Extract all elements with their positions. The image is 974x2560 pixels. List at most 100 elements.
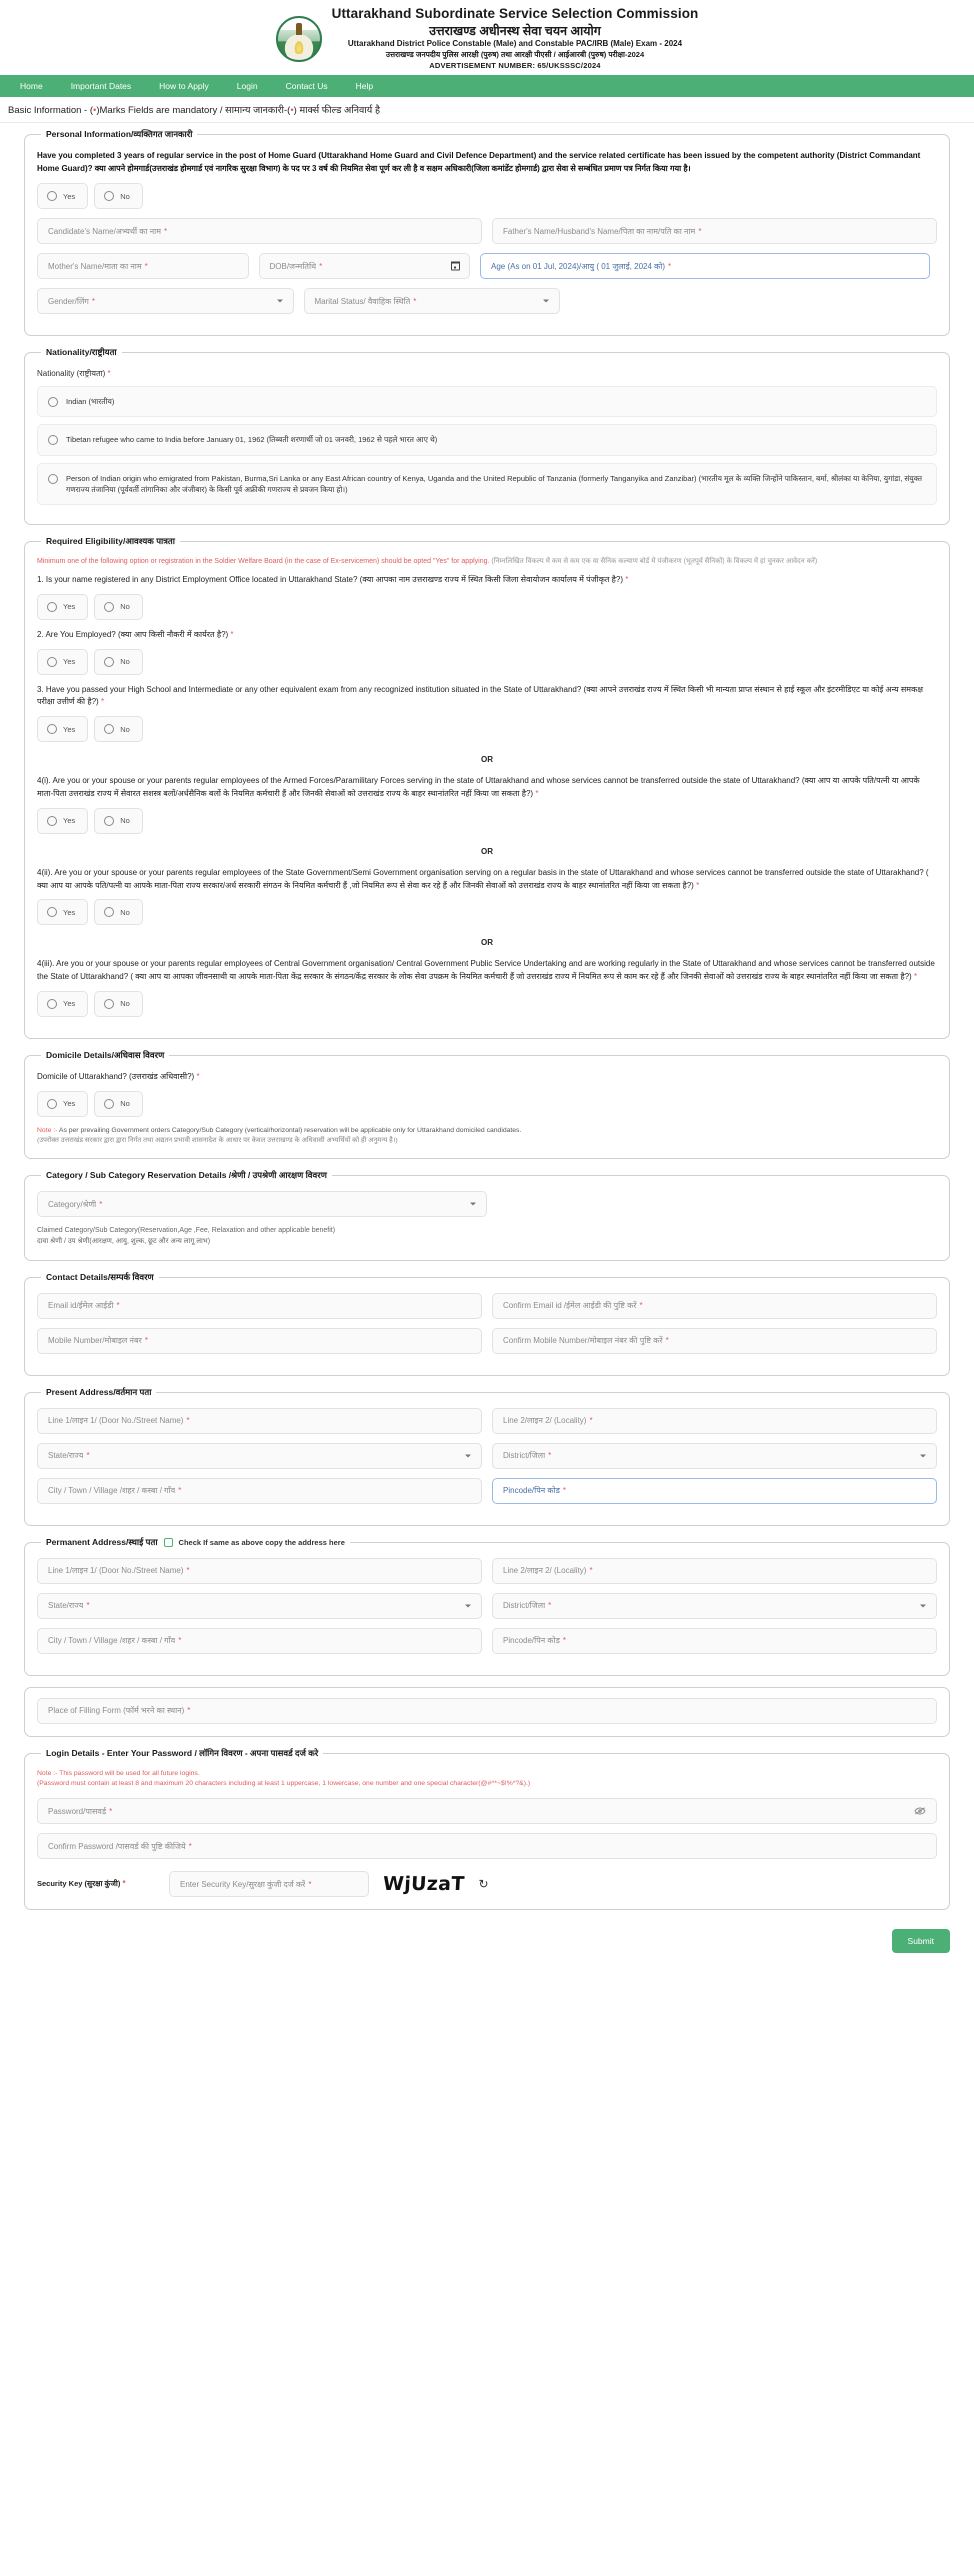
confirm-password-input[interactable]: Confirm Password /पासवर्ड की पुष्टि कीजि… (37, 1833, 937, 1860)
required-asterisk: * (668, 261, 672, 271)
radio-circle-icon (47, 1098, 57, 1109)
eligibility-2-no-option[interactable]: No (94, 648, 143, 675)
confirm-email-input[interactable]: Confirm Email id /ईमेल आईडी की पुष्टि कर… (492, 1292, 937, 1319)
eligibility-4i-no-option[interactable]: No (94, 807, 143, 834)
eligibility-1-radio-group: Yes No (37, 593, 937, 620)
same-as-above-checkbox-wrap[interactable]: Check If same as above copy the address … (163, 1537, 345, 1547)
age-input[interactable]: Age (As on 01 Jul, 2024)/आयु ( 01 जुलाई,… (480, 253, 930, 280)
password-placeholder: Password/पासवर्ड (48, 1806, 107, 1816)
nationality-option-indian[interactable]: Indian (भारतीय) (37, 386, 937, 418)
required-asterisk: * (120, 1879, 126, 1889)
permanent-state-placeholder: State/राज्य (48, 1601, 84, 1611)
domicile-no-option[interactable]: No (94, 1090, 143, 1117)
calendar-icon[interactable] (450, 261, 461, 271)
nationality-option-tibetan-refugee[interactable]: Tibetan refugee who came to India before… (37, 424, 937, 456)
required-asterisk: * (533, 788, 539, 798)
domicile-note-text: As per prevailing Government orders Cate… (58, 1126, 522, 1134)
present-state-district-row: State/राज्य * District/जिला * (37, 1442, 937, 1469)
eligibility-question-2: 2. Are You Employed? (क्या आप किसी नौकरी… (37, 629, 937, 642)
nav-item-login[interactable]: Login (223, 78, 272, 95)
eligibility-4i-yes-option[interactable]: Yes (37, 807, 89, 834)
candidate-name-placeholder: Candidate's Name/अभ्यर्थी का नाम (48, 226, 162, 236)
confirm-mobile-input[interactable]: Confirm Mobile Number/मोबाइल नंबर की पुष… (492, 1327, 937, 1354)
domicile-note-label: Note :- (37, 1126, 58, 1134)
permanent-line1-placeholder: Line 1/लाइन 1/ (Door No./Street Name) (48, 1566, 184, 1576)
nav-item-contact-us[interactable]: Contact Us (272, 78, 342, 95)
present-pincode-input[interactable]: Pincode/पिन कोड * (492, 1477, 937, 1504)
eligibility-3-yes-option[interactable]: Yes (37, 716, 89, 743)
present-state-select[interactable]: State/राज्य * (37, 1442, 482, 1469)
place-of-filling-input[interactable]: Place of Filling Form (फॉर्म भरने का स्थ… (37, 1697, 937, 1724)
mother-name-input[interactable]: Mother's Name/माता का नाम * (37, 253, 249, 280)
gender-select[interactable]: Gender/लिंग * (37, 288, 294, 315)
eye-off-icon[interactable] (914, 1807, 926, 1815)
radio-circle-icon (47, 815, 57, 826)
nationality-label-text: Nationality (राष्ट्रीयता) (37, 369, 106, 379)
radio-label-no: No (120, 816, 130, 826)
present-address-line2-input[interactable]: Line 2/लाइन 2/ (Locality) * (492, 1407, 937, 1434)
home-guard-no-option[interactable]: No (94, 183, 143, 210)
eligibility-4iii-no-option[interactable]: No (94, 990, 143, 1017)
eligibility-2-yes-option[interactable]: Yes (37, 648, 89, 675)
eligibility-4iii-yes-option[interactable]: Yes (37, 990, 89, 1017)
security-key-input[interactable]: Enter Security Key/सुरक्षा कुंजी दर्ज कर… (169, 1871, 369, 1898)
mother-name-placeholder: Mother's Name/माता का नाम (48, 261, 142, 271)
submit-button[interactable]: Submit (891, 1929, 950, 1954)
security-key-label: Security Key (सुरक्षा कुंजी) * (37, 1879, 155, 1889)
marital-status-placeholder: Marital Status/ वैवाहिक स्थिति (314, 296, 411, 306)
present-address-line1-input[interactable]: Line 1/लाइन 1/ (Door No./Street Name) * (37, 1407, 482, 1434)
required-asterisk: * (693, 880, 700, 890)
nav-item-important-dates[interactable]: Important Dates (57, 78, 145, 95)
section-contact-details: Contact Details/सम्पर्क विवरण Email id/ई… (24, 1271, 950, 1376)
required-asterisk: * (99, 1199, 103, 1209)
password-note-text: This password will be used for all futur… (59, 1769, 200, 1777)
permanent-city-placeholder: City / Town / Village /शहर / कस्बा / गाँ… (48, 1636, 176, 1646)
dob-input[interactable]: DOB/जन्मतिथि * (258, 253, 470, 280)
password-input[interactable]: Password/पासवर्ड * (37, 1798, 937, 1825)
eligibility-question-4ii-text: 4(ii). Are you or your spouse or your pa… (37, 867, 929, 890)
eligibility-1-no-option[interactable]: No (94, 593, 143, 620)
nav-item-help[interactable]: Help (342, 78, 387, 95)
password-note: Note :- This password will be used for a… (37, 1769, 937, 1789)
marital-status-select[interactable]: Marital Status/ वैवाहिक स्थिति * (303, 288, 560, 315)
email-input[interactable]: Email id/ईमेल आईडी * (37, 1292, 482, 1319)
required-asterisk: * (178, 1486, 182, 1496)
domicile-yes-option[interactable]: Yes (37, 1090, 89, 1117)
present-city-input[interactable]: City / Town / Village /शहर / कस्बा / गाँ… (37, 1477, 482, 1504)
security-key-row: Security Key (सुरक्षा कुंजी) * Enter Sec… (37, 1871, 937, 1898)
present-address-line-row: Line 1/लाइन 1/ (Door No./Street Name) * L… (37, 1407, 937, 1434)
permanent-city-input[interactable]: City / Town / Village /शहर / कस्बा / गाँ… (37, 1627, 482, 1654)
radio-label-yes: Yes (63, 602, 76, 612)
eligibility-1-yes-option[interactable]: Yes (37, 593, 89, 620)
home-guard-yes-option[interactable]: Yes (37, 183, 89, 210)
permanent-pincode-input[interactable]: Pincode/पिन कोड * (492, 1627, 937, 1654)
eligibility-question-1-text: 1. Is your name registered in any Distri… (37, 574, 623, 584)
mobile-input[interactable]: Mobile Number/मोबाइल नंबर * (37, 1327, 482, 1354)
nav-item-home[interactable]: Home (6, 78, 57, 95)
father-name-input[interactable]: Father's Name/Husband's Name/पिता का नाम… (492, 218, 937, 245)
chevron-down-icon (465, 1604, 471, 1608)
required-asterisk: * (589, 1416, 593, 1426)
radio-label-yes: Yes (63, 1099, 76, 1109)
permanent-address-line1-input[interactable]: Line 1/लाइन 1/ (Door No./Street Name) * (37, 1557, 482, 1584)
permanent-address-line2-input[interactable]: Line 2/लाइन 2/ (Locality) * (492, 1557, 937, 1584)
eligibility-4ii-yes-option[interactable]: Yes (37, 899, 89, 926)
eligibility-4ii-no-option[interactable]: No (94, 899, 143, 926)
present-district-select[interactable]: District/जिला * (492, 1442, 937, 1469)
candidate-name-input[interactable]: Candidate's Name/अभ्यर्थी का नाम * (37, 218, 482, 245)
refresh-captcha-icon[interactable]: ↻ (479, 1877, 489, 1891)
eligibility-3-no-option[interactable]: No (94, 716, 143, 743)
radio-circle-icon (48, 473, 58, 484)
nationality-option-indian-origin-emigrant[interactable]: Person of Indian origin who emigrated fr… (37, 462, 937, 506)
category-select[interactable]: Category/श्रेणी * (37, 1191, 487, 1218)
eligibility-4ii-radio-group: Yes No (37, 899, 937, 926)
category-helper-en: Claimed Category/Sub Category(Reservatio… (37, 1227, 336, 1235)
radio-circle-icon (47, 191, 57, 202)
password-note-label: Note :- (37, 1769, 58, 1777)
mobile-placeholder: Mobile Number/मोबाइल नंबर (48, 1336, 142, 1346)
nav-item-how-to-apply[interactable]: How to Apply (145, 78, 223, 95)
checkbox-icon[interactable] (163, 1537, 173, 1547)
legend-required-eligibility: Required Eligibility/आवश्यक पात्रता (46, 536, 175, 547)
permanent-district-select[interactable]: District/जिला * (492, 1592, 937, 1619)
permanent-state-select[interactable]: State/राज्य * (37, 1592, 482, 1619)
